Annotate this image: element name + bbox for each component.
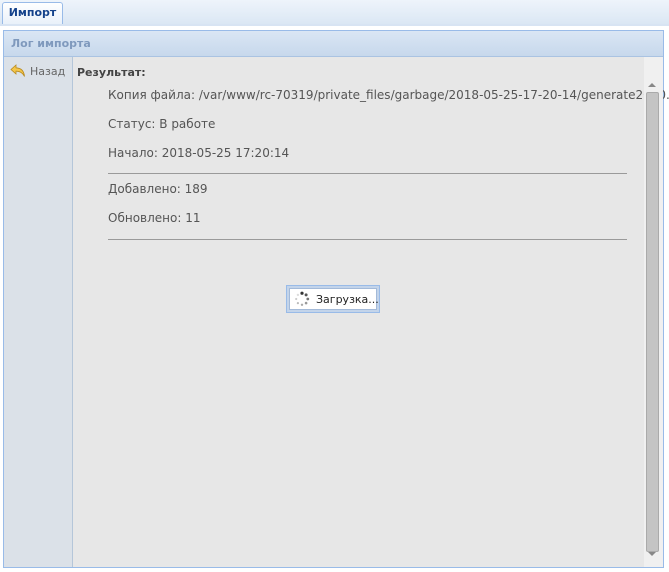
updated-count-line: Обновлено: 11 (108, 211, 201, 225)
result-heading: Результат: (77, 66, 146, 79)
start-time-line: Начало: 2018-05-25 17:20:14 (108, 146, 290, 160)
file-copy-line: Копия файла: /var/www/rc-70319/private_f… (108, 88, 669, 102)
vertical-scrollbar[interactable] (644, 57, 663, 567)
scrollbar-thumb[interactable] (646, 92, 659, 552)
loading-mask: Загрузка... (286, 285, 380, 313)
tab-import[interactable]: Импорт (2, 2, 63, 24)
scroll-up-arrow-icon[interactable] (648, 83, 656, 87)
back-button[interactable]: Назад (10, 63, 65, 79)
added-count-line: Добавлено: 189 (108, 182, 208, 196)
status-line: Статус: В работе (108, 117, 216, 131)
panel-header: Лог импорта (4, 31, 663, 57)
loading-text: Загрузка... (316, 292, 379, 306)
left-toolbar: Назад (4, 57, 73, 567)
panel-title: Лог импорта (11, 37, 91, 50)
divider (108, 239, 627, 240)
tab-strip: Импорт (0, 0, 669, 25)
undo-arrow-icon (10, 64, 26, 78)
tab-strip-divider (0, 24, 669, 26)
scroll-down-arrow-icon[interactable] (648, 552, 656, 556)
back-button-label: Назад (30, 64, 66, 78)
divider (108, 173, 627, 174)
spinner-icon (294, 291, 310, 307)
